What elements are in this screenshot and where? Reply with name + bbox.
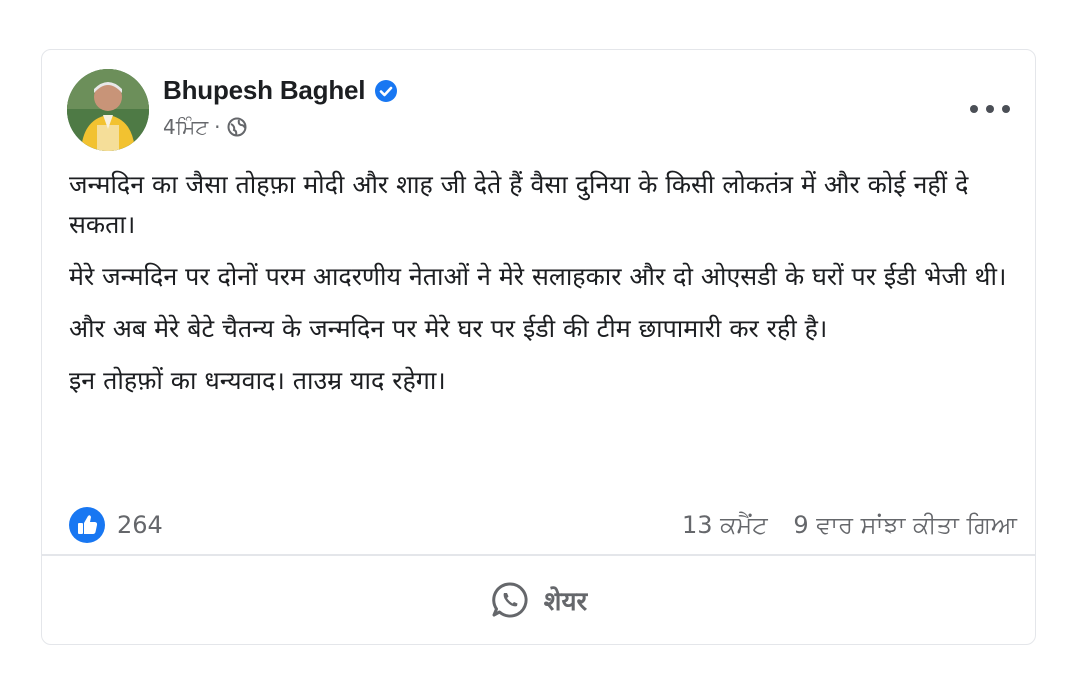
like-icon <box>69 507 105 543</box>
reactions-count: 264 <box>117 511 163 539</box>
post-stats: 264 13 ਕਮੈਂਟ 9 ਵਾਰ ਸਾਂਝਾ ਕੀਤਾ ਗਿਆ <box>69 505 1017 545</box>
avatar[interactable] <box>67 69 149 151</box>
globe-icon <box>227 117 247 137</box>
reactions[interactable]: 264 <box>69 507 163 543</box>
post-paragraph: इन तोहफ़ों का धन्यवाद। ताउम्र याद रहेगा। <box>69 366 446 395</box>
post-card: Bhupesh Baghel 4ਮਿੰਟ · जन्मदिन का जैसा त… <box>41 49 1036 645</box>
comments-count[interactable]: 13 ਕਮੈਂਟ <box>682 511 768 539</box>
engagement-counts: 13 ਕਮੈਂਟ 9 ਵਾਰ ਸਾਂਝਾ ਕੀਤਾ ਗਿਆ <box>664 511 1017 539</box>
post-paragraph: और अब मेरे बेटे चैतन्य के जन्मदिन पर मेर… <box>69 314 828 343</box>
post-meta: 4ਮਿੰਟ · <box>163 115 247 139</box>
share-button[interactable]: शेयर <box>42 556 1035 644</box>
verified-badge-icon <box>375 79 398 102</box>
more-options-icon[interactable] <box>970 99 1010 119</box>
post-time[interactable]: 4ਮਿੰਟ <box>163 115 208 139</box>
post-paragraph: जन्मदिन का जैसा तोहफ़ा मोदी और शाह जी दे… <box>69 170 969 239</box>
shares-count[interactable]: 9 ਵਾਰ ਸਾਂਝਾ ਕੀਤਾ ਗਿਆ <box>793 511 1017 539</box>
post-paragraph: मेरे जन्मदिन पर दोनों परम आदरणीय नेताओं … <box>69 262 1007 291</box>
whatsapp-icon <box>490 580 530 620</box>
post-text: जन्मदिन का जैसा तोहफ़ा मोदी और शाह जी दे… <box>69 165 1008 413</box>
post-header: Bhupesh Baghel 4ਮਿੰਟ · <box>67 69 1010 151</box>
meta-separator: · <box>214 115 221 139</box>
share-label: शेयर <box>543 587 588 617</box>
author-name[interactable]: Bhupesh Baghel <box>163 75 366 106</box>
author-row: Bhupesh Baghel <box>163 75 398 106</box>
